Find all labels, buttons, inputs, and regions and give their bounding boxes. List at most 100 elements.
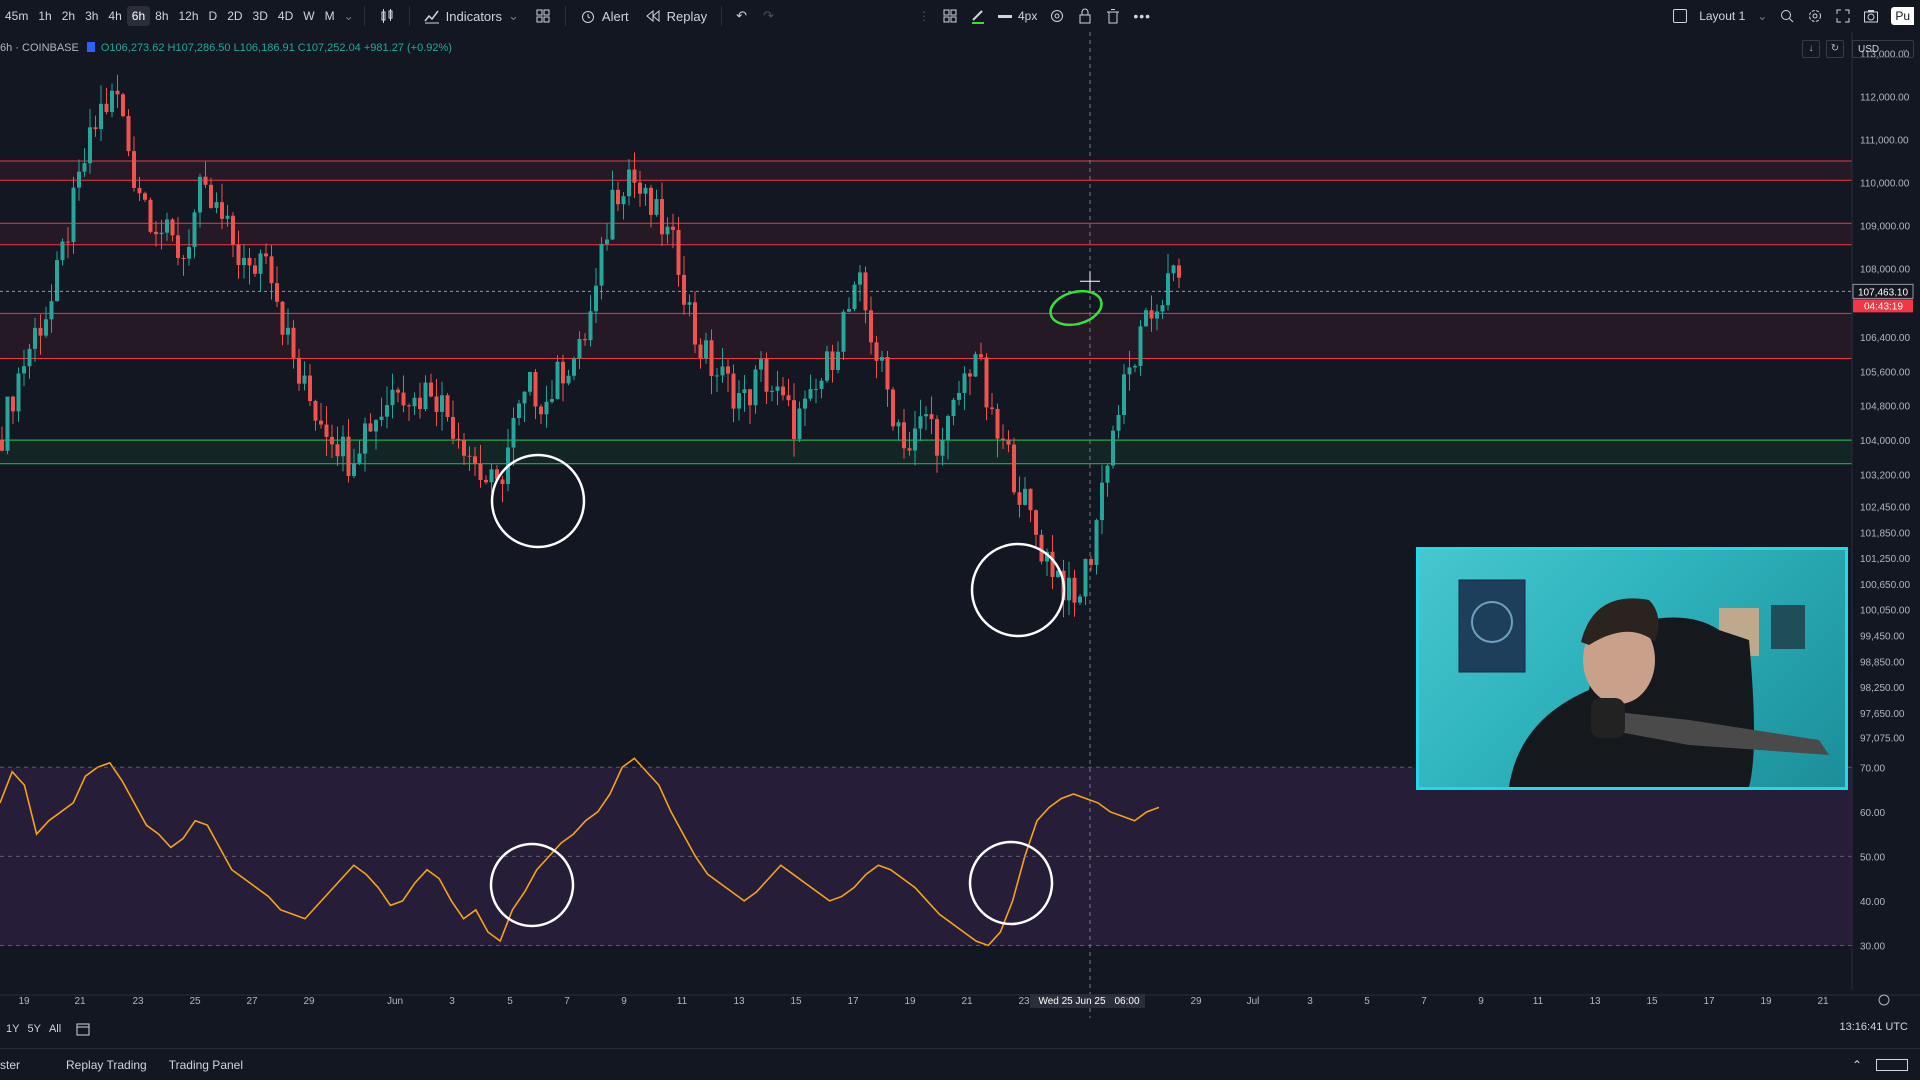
date-tick-label: 7 — [1421, 996, 1427, 1007]
more-icon[interactable]: ••• — [1133, 8, 1151, 24]
candle-body — [192, 212, 197, 247]
candle-body — [1105, 465, 1110, 483]
timeframe-8h[interactable]: 8h — [150, 6, 173, 26]
candle-body — [555, 361, 560, 400]
indicators-button[interactable]: Indicators ⌄ — [416, 4, 527, 28]
toolbar-separator — [408, 6, 410, 26]
candle-body — [93, 127, 98, 130]
timeframe-3D[interactable]: 3D — [248, 6, 273, 26]
candle-body — [126, 116, 131, 152]
candle-body — [385, 405, 389, 417]
tab-replay-trading[interactable]: Replay Trading — [38, 1058, 165, 1072]
timeframe-6h[interactable]: 6h — [126, 6, 151, 26]
candle-body — [1116, 415, 1121, 431]
candle-body — [621, 196, 626, 205]
candle-body — [1001, 438, 1005, 440]
replay-button[interactable]: Replay — [637, 4, 715, 28]
price-tick-label: 106,400.00 — [1860, 333, 1910, 344]
symbol-label[interactable]: 6h · COINBASE — [0, 42, 79, 54]
date-tick-label: 9 — [621, 996, 627, 1007]
date-tick-label: 3 — [1307, 996, 1313, 1007]
calendar-icon[interactable] — [75, 1021, 91, 1037]
range-5y[interactable]: 5Y — [23, 1023, 44, 1035]
candle-body — [1100, 482, 1104, 521]
templates-button[interactable] — [527, 4, 559, 28]
publish-button[interactable]: Pu — [1891, 7, 1914, 25]
candle-body — [720, 366, 725, 376]
timeframe-2h[interactable]: 2h — [57, 6, 80, 26]
timeframe-4h[interactable]: 4h — [103, 6, 126, 26]
candle-body — [1177, 265, 1181, 278]
candle-body — [71, 187, 76, 243]
redo-button[interactable]: ↷ — [755, 4, 782, 28]
chart-type-button[interactable] — [371, 4, 403, 28]
date-tick-label: 19 — [1760, 996, 1772, 1007]
candle-body — [209, 184, 213, 208]
price-chart[interactable]: 113,000.00112,000.00111,000.00110,000.00… — [0, 32, 1920, 1018]
tab-screener[interactable]: ster — [0, 1058, 38, 1072]
camera-icon[interactable] — [1863, 8, 1879, 24]
maximize-panel-icon[interactable] — [1876, 1059, 1908, 1071]
quick-search-icon[interactable] — [1779, 8, 1795, 24]
grid-icon[interactable] — [942, 8, 958, 24]
candle-body — [1160, 305, 1165, 312]
candle-body — [236, 244, 241, 265]
timeframe-2D[interactable]: 2D — [222, 6, 247, 26]
layout-label[interactable]: Layout 1 — [1699, 9, 1745, 23]
timeframe-3h[interactable]: 3h — [80, 6, 103, 26]
range-1y[interactable]: 1Y — [0, 1023, 23, 1035]
trash-icon[interactable] — [1105, 8, 1121, 24]
current-price-label: 107,463.10 — [1858, 287, 1908, 298]
candle-body — [291, 327, 296, 358]
pencil-icon[interactable] — [970, 8, 986, 24]
candle-body — [363, 423, 367, 454]
price-tick-label: 97,075.00 — [1860, 733, 1905, 744]
undo-button[interactable]: ↶ — [728, 4, 755, 28]
refresh-icon[interactable]: ↻ — [1826, 40, 1844, 58]
line-width-selector[interactable]: 4px — [998, 9, 1037, 23]
candle-body — [572, 358, 576, 376]
timeframe-D[interactable]: D — [204, 6, 223, 26]
timeframe-M[interactable]: M — [320, 6, 340, 26]
settings-icon[interactable] — [1049, 8, 1065, 24]
date-tick-label: 27 — [246, 996, 258, 1007]
chevron-down-icon[interactable]: ⌄ — [340, 9, 358, 23]
layout-checkbox-icon[interactable] — [1673, 9, 1688, 23]
candle-body — [682, 274, 686, 305]
candle-body — [60, 241, 65, 261]
date-tick-label: 5 — [1364, 996, 1370, 1007]
rsi-tick-label: 70.00 — [1860, 763, 1885, 774]
candle-body — [198, 176, 202, 213]
currency-select[interactable]: USD ⌄ — [1852, 40, 1914, 58]
timeframe-W[interactable]: W — [298, 6, 319, 26]
candle-body — [1083, 559, 1088, 597]
timeframe-45m[interactable]: 45m — [0, 6, 33, 26]
fullscreen-icon[interactable] — [1835, 8, 1851, 24]
gear-icon[interactable] — [1807, 8, 1823, 24]
rsi-tick-label: 40.00 — [1860, 897, 1885, 908]
candle-body — [396, 389, 400, 393]
candle-body — [115, 90, 120, 95]
utc-clock[interactable]: 13:16:41 UTC — [1840, 1021, 1908, 1033]
candle-body — [368, 423, 373, 432]
date-tick-label: 21 — [961, 996, 973, 1007]
candle-body — [264, 253, 268, 257]
symbol-legend: 6h · COINBASE O106,273.62 H107,286.50 L10… — [0, 42, 452, 54]
lock-icon[interactable] — [1077, 8, 1093, 24]
candle-body — [935, 419, 939, 456]
timeframe-12h[interactable]: 12h — [174, 6, 204, 26]
alert-button[interactable]: Alert — [572, 4, 637, 28]
download-arrow-icon[interactable]: ↓ — [1802, 40, 1820, 58]
drag-handle-icon[interactable]: ⋮ — [918, 9, 930, 23]
alarm-clock-icon — [581, 11, 594, 23]
candle-body — [654, 199, 659, 215]
candle-body — [528, 372, 532, 392]
chevron-down-icon[interactable]: ⌄ — [1757, 9, 1767, 23]
candle-body — [830, 351, 835, 371]
range-all[interactable]: All — [45, 1023, 65, 1035]
price-tick-label: 110,000.00 — [1860, 178, 1910, 189]
timeframe-1h[interactable]: 1h — [33, 6, 56, 26]
tab-trading-panel[interactable]: Trading Panel — [165, 1058, 261, 1072]
price-tick-label: 104,800.00 — [1860, 402, 1910, 413]
timeframe-4D[interactable]: 4D — [273, 6, 298, 26]
